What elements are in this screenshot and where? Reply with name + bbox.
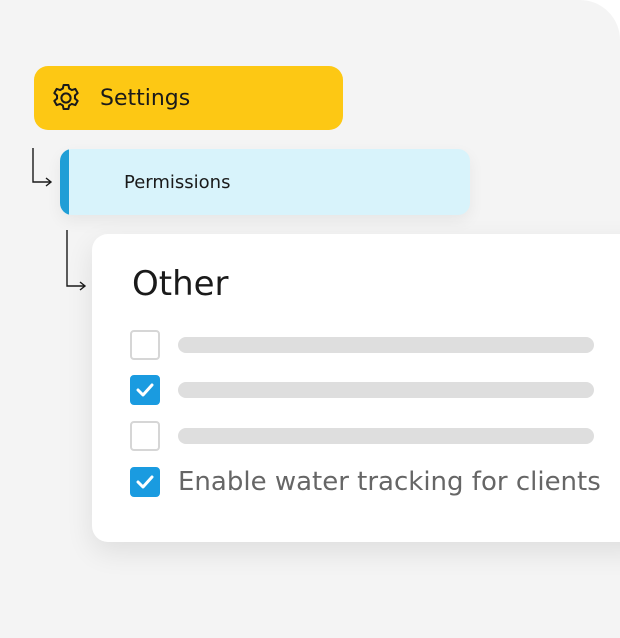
card-title: Other xyxy=(132,264,229,304)
checkbox-checked[interactable] xyxy=(130,375,160,405)
checkbox[interactable] xyxy=(130,330,160,360)
checkmark-icon xyxy=(136,475,154,489)
checkbox[interactable] xyxy=(130,421,160,451)
water-tracking-label: Enable water tracking for clients xyxy=(178,467,601,497)
selected-indicator xyxy=(60,149,69,215)
option-row xyxy=(130,328,594,362)
tree-connector-icon xyxy=(32,148,53,187)
checkmark-icon xyxy=(136,383,154,397)
permissions-menu-item[interactable]: Permissions xyxy=(60,149,470,215)
other-settings-card: Other Enable water tracking for clients xyxy=(92,234,620,542)
gear-icon xyxy=(50,82,82,114)
option-row-water-tracking: Enable water tracking for clients xyxy=(130,465,601,499)
option-row xyxy=(130,419,594,453)
permissions-label: Permissions xyxy=(124,171,231,193)
option-row xyxy=(130,373,594,407)
placeholder-text-bar xyxy=(178,428,594,444)
settings-menu-item[interactable]: Settings xyxy=(34,66,343,130)
tree-connector-icon xyxy=(66,230,87,291)
canvas: Settings Permissions Other Enable water … xyxy=(0,0,620,638)
water-tracking-checkbox[interactable] xyxy=(130,467,160,497)
settings-label: Settings xyxy=(100,85,191,111)
placeholder-text-bar xyxy=(178,382,594,398)
placeholder-text-bar xyxy=(178,337,594,353)
